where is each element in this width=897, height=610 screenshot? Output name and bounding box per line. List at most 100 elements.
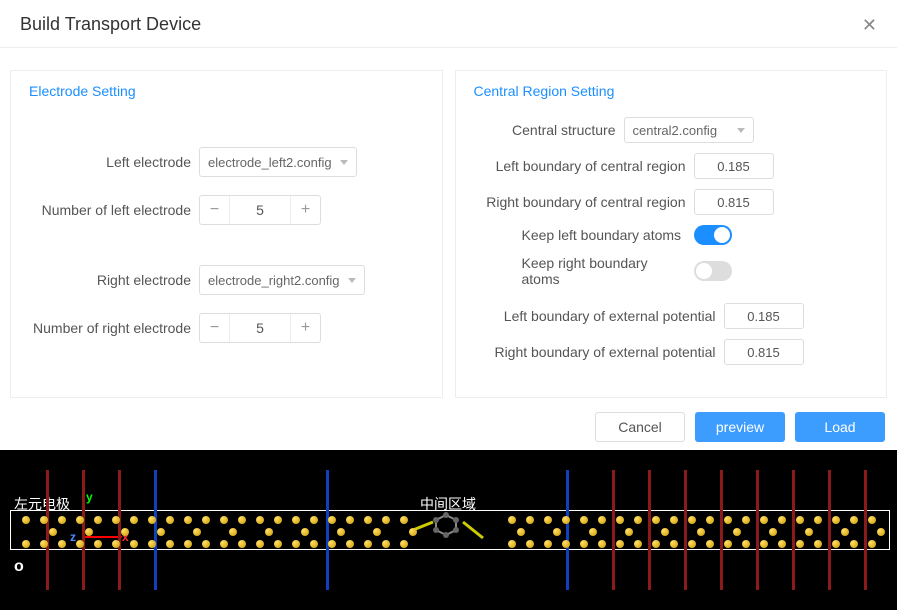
atom-icon (373, 528, 381, 536)
left-ext-input[interactable]: 0.185 (724, 303, 804, 329)
atom-icon (805, 528, 813, 536)
keep-right-toggle[interactable] (694, 261, 732, 281)
right-ext-input[interactable]: 0.815 (724, 339, 804, 365)
num-right-row: Number of right electrode − 5 + (29, 313, 424, 343)
atom-icon (814, 516, 822, 524)
electrode-marker (720, 470, 723, 590)
atom-icon (364, 540, 372, 548)
atom-icon (652, 516, 660, 524)
atom-icon (157, 528, 165, 536)
right-electrode-select[interactable]: electrode_right2.config (199, 265, 365, 295)
right-boundary-row: Right boundary of central region 0.815 (474, 189, 869, 215)
atom-icon (328, 516, 336, 524)
cancel-button[interactable]: Cancel (595, 412, 685, 442)
central-panel-title: Central Region Setting (474, 83, 869, 99)
atom-icon (112, 540, 120, 548)
atom-icon (562, 540, 570, 548)
atom-icon (85, 528, 93, 536)
atom-icon (184, 516, 192, 524)
left-electrode-select[interactable]: electrode_left2.config (199, 147, 357, 177)
atom-icon (814, 540, 822, 548)
atom-icon (796, 540, 804, 548)
atom-icon (868, 540, 876, 548)
atom-icon (202, 516, 210, 524)
num-left-row: Number of left electrode − 5 + (29, 195, 424, 225)
atom-icon (58, 516, 66, 524)
electrode-marker (864, 470, 867, 590)
increment-button[interactable]: + (290, 314, 320, 342)
atom-icon (634, 516, 642, 524)
num-right-stepper[interactable]: − 5 + (199, 313, 321, 343)
right-electrode-value: electrode_right2.config (208, 273, 340, 288)
atom-icon (778, 516, 786, 524)
atom-icon (238, 516, 246, 524)
structure-viewer[interactable]: 左元电极 中间区域 y x z o (0, 450, 897, 610)
preview-button[interactable]: preview (695, 412, 785, 442)
atom-icon (40, 516, 48, 524)
central-structure-select[interactable]: central2.config (624, 117, 754, 143)
decrement-button[interactable]: − (200, 314, 230, 342)
chevron-down-icon (340, 160, 348, 165)
atom-icon (328, 540, 336, 548)
right-ext-label: Right boundary of external potential (474, 344, 724, 360)
atom-icon (265, 528, 273, 536)
atom-icon (184, 540, 192, 548)
electrode-marker (756, 470, 759, 590)
atom-icon (652, 540, 660, 548)
num-left-label: Number of left electrode (29, 202, 199, 218)
atom-icon (724, 540, 732, 548)
atom-icon (508, 516, 516, 524)
molecule-icon (408, 510, 488, 550)
atom-icon (661, 528, 669, 536)
left-boundary-input[interactable]: 0.185 (694, 153, 774, 179)
atom-icon (598, 516, 606, 524)
atom-icon (760, 540, 768, 548)
atom-icon (121, 528, 129, 536)
atom-icon (40, 540, 48, 548)
atom-icon (292, 540, 300, 548)
atom-icon (346, 516, 354, 524)
atom-icon (400, 516, 408, 524)
dialog-header: Build Transport Device ✕ (0, 0, 897, 48)
left-ext-row: Left boundary of external potential 0.18… (474, 303, 869, 329)
atom-icon (274, 516, 282, 524)
atom-icon (625, 528, 633, 536)
right-boundary-input[interactable]: 0.815 (694, 189, 774, 215)
keep-left-toggle[interactable] (694, 225, 732, 245)
atom-icon (220, 516, 228, 524)
atom-icon (76, 516, 84, 524)
right-electrode-row: Right electrode electrode_right2.config (29, 265, 424, 295)
atom-icon (166, 516, 174, 524)
atom-icon (562, 516, 570, 524)
build-transport-device-dialog: Build Transport Device ✕ Electrode Setti… (0, 0, 897, 581)
atom-icon (49, 528, 57, 536)
origin-label: o (14, 558, 24, 576)
increment-button[interactable]: + (290, 196, 320, 224)
close-icon[interactable]: ✕ (862, 16, 877, 34)
atom-icon (796, 516, 804, 524)
atom-icon (706, 540, 714, 548)
num-left-stepper[interactable]: − 5 + (199, 195, 321, 225)
num-right-value: 5 (230, 320, 290, 336)
atom-icon (589, 528, 597, 536)
atom-icon (553, 528, 561, 536)
atom-icon (634, 540, 642, 548)
left-ext-label: Left boundary of external potential (474, 308, 724, 324)
atom-icon (526, 540, 534, 548)
atom-icon (256, 516, 264, 524)
atom-icon (598, 540, 606, 548)
chevron-down-icon (737, 128, 745, 133)
atom-icon (670, 540, 678, 548)
load-button[interactable]: Load (795, 412, 885, 442)
atom-icon (733, 528, 741, 536)
atom-icon (22, 540, 30, 548)
atom-icon (841, 528, 849, 536)
decrement-button[interactable]: − (200, 196, 230, 224)
atom-icon (364, 516, 372, 524)
axis-y-label: y (86, 490, 93, 504)
atom-icon (130, 540, 138, 548)
axis-x-icon (82, 536, 122, 538)
electrode-panel-title: Electrode Setting (29, 83, 424, 99)
keep-left-row: Keep left boundary atoms (474, 225, 869, 245)
left-electrode-viz-label: 左元电极 (14, 494, 70, 514)
